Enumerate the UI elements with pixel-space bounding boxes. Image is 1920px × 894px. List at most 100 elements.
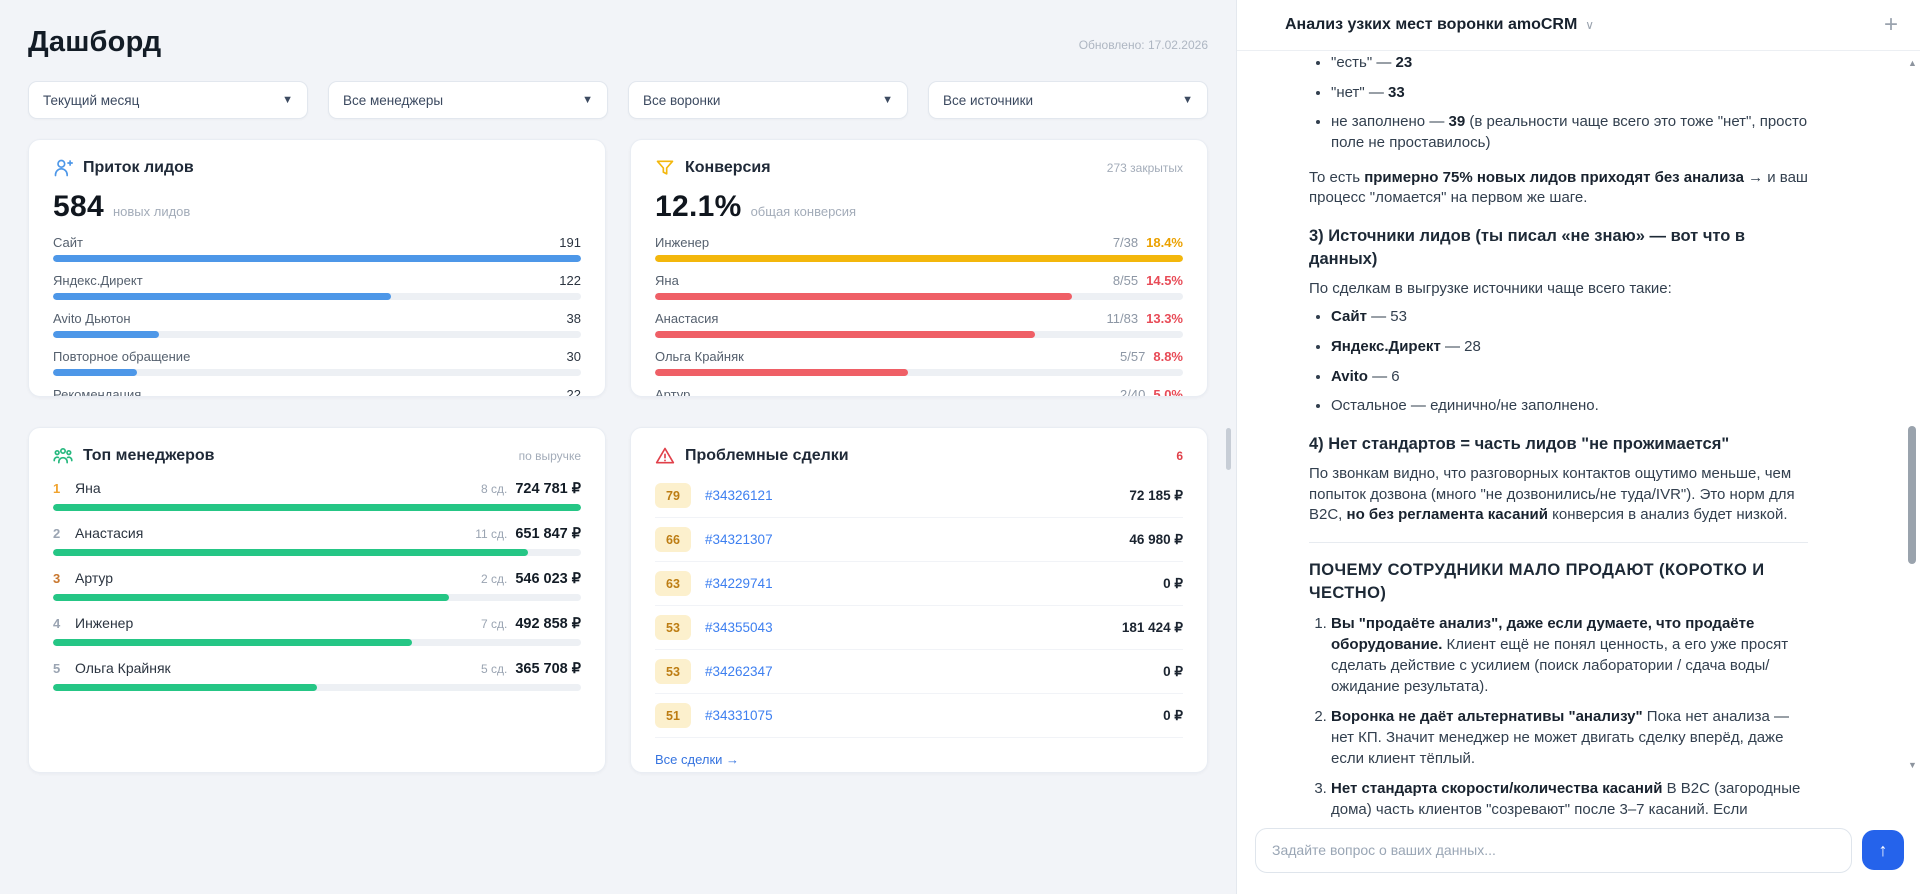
chat-title: Анализ узких мест воронки amoCRM bbox=[1285, 16, 1577, 34]
leads-card-title: Приток лидов bbox=[83, 159, 194, 177]
updated-label: Обновлено: 17.02.2026 bbox=[1079, 38, 1208, 52]
app-root: Дашборд Обновлено: 17.02.2026 Текущий ме… bbox=[0, 0, 1920, 894]
chevron-down-icon[interactable]: ∨ bbox=[1585, 18, 1594, 32]
deal-link[interactable]: #34229741 bbox=[705, 576, 773, 591]
pct-value: 8.8% bbox=[1153, 349, 1183, 364]
revenue-bar bbox=[53, 504, 581, 511]
source-value: 38 bbox=[567, 311, 581, 326]
revenue-amount: 651 847 ₽ bbox=[515, 526, 581, 542]
rank-number: 3 bbox=[53, 571, 75, 586]
pct-value: 13.3% bbox=[1146, 311, 1183, 326]
deal-row: 79 #34326121 72 185 ₽ bbox=[655, 474, 1183, 518]
deals-count: 5 сд. bbox=[481, 662, 507, 676]
ratio-value: 7/38 bbox=[1113, 235, 1138, 250]
list-item: Avito — 6 bbox=[1331, 367, 1808, 388]
conversion-closed-count: 273 закрытых bbox=[1107, 161, 1183, 175]
chat-scrollbar[interactable]: ▲ ▼ bbox=[1906, 58, 1919, 770]
top-managers-card: Топ менеджеров по выручке 1Яна8 сд.724 7… bbox=[28, 427, 606, 773]
chat-header: Анализ узких мест воронки amoCRM ∨ + bbox=[1237, 0, 1920, 51]
deal-row: 53 #34262347 0 ₽ bbox=[655, 650, 1183, 694]
numbered-list: Вы "продаёте анализ", даже если думаете,… bbox=[1309, 614, 1808, 818]
leads-card: Приток лидов 584 новых лидов Сайт191 Янд… bbox=[28, 139, 606, 397]
manager-name: Яна bbox=[75, 480, 101, 496]
section-heading-caps: ПОЧЕМУ СОТРУДНИКИ МАЛО ПРОДАЮТ (КОРОТКО … bbox=[1309, 559, 1808, 605]
page-title: Дашборд bbox=[28, 26, 161, 59]
paragraph: По звонкам видно, что разговорных контак… bbox=[1309, 464, 1808, 526]
team-icon bbox=[53, 446, 73, 466]
manager-name: Инженер bbox=[75, 615, 133, 631]
leads-total: 584 bbox=[53, 190, 104, 224]
scroll-down-arrow-icon[interactable]: ▼ bbox=[1906, 760, 1919, 770]
risk-score-badge: 66 bbox=[655, 527, 691, 552]
source-value: 22 bbox=[567, 387, 581, 397]
list-item: Вы "продаёте анализ", даже если думаете,… bbox=[1331, 614, 1808, 697]
deal-row: 66 #34321307 46 980 ₽ bbox=[655, 518, 1183, 562]
deal-row: 53 #34355043 181 424 ₽ bbox=[655, 606, 1183, 650]
period-select-value: Текущий месяц bbox=[43, 93, 139, 108]
source-label: Яндекс.Директ bbox=[53, 273, 143, 288]
pct-value: 5.0% bbox=[1153, 387, 1183, 397]
risk-score-badge: 53 bbox=[655, 659, 691, 684]
managers-select-value: Все менеджеры bbox=[343, 93, 443, 108]
rank-number: 2 bbox=[53, 526, 75, 541]
cards-grid: Приток лидов 584 новых лидов Сайт191 Янд… bbox=[28, 139, 1208, 773]
source-value: 191 bbox=[559, 235, 581, 250]
manager-row: 3Артур2 сд.546 023 ₽ bbox=[53, 570, 581, 601]
deal-link[interactable]: #34321307 bbox=[705, 532, 773, 547]
conversion-row: Анастасия 11/8313.3% bbox=[655, 311, 1183, 338]
conversion-row: Яна 8/5514.5% bbox=[655, 273, 1183, 300]
deal-link[interactable]: #34355043 bbox=[705, 620, 773, 635]
funnel-icon bbox=[655, 158, 675, 178]
period-select[interactable]: Текущий месяц ▼ bbox=[28, 81, 308, 119]
rank-number: 5 bbox=[53, 661, 75, 676]
new-chat-button[interactable]: + bbox=[1884, 13, 1898, 37]
deal-link[interactable]: #34262347 bbox=[705, 664, 773, 679]
sources-select[interactable]: Все источники ▼ bbox=[928, 81, 1208, 119]
revenue-bar bbox=[53, 594, 449, 601]
manager-label: Яна bbox=[655, 273, 679, 288]
source-value: 30 bbox=[567, 349, 581, 364]
problem-deals-count: 6 bbox=[1176, 449, 1183, 463]
conversion-row: Артур 2/405.0% bbox=[655, 387, 1183, 397]
dashboard-header: Дашборд Обновлено: 17.02.2026 bbox=[28, 26, 1208, 59]
problem-deals-title: Проблемные сделки bbox=[685, 447, 849, 465]
deal-link[interactable]: #34331075 bbox=[705, 708, 773, 723]
warning-triangle-icon bbox=[655, 446, 675, 466]
manager-label: Анастасия bbox=[655, 311, 718, 326]
pipelines-select[interactable]: Все воронки ▼ bbox=[628, 81, 908, 119]
pipelines-select-value: Все воронки bbox=[643, 93, 720, 108]
manager-name: Ольга Крайняк bbox=[75, 660, 171, 676]
conversion-card-title: Конверсия bbox=[685, 159, 771, 177]
paragraph: По сделкам в выгрузке источники чаще все… bbox=[1309, 279, 1808, 300]
conversion-card: Конверсия 273 закрытых 12.1% общая конве… bbox=[630, 139, 1208, 397]
conversion-row: Инженер 7/3818.4% bbox=[655, 235, 1183, 262]
chat-scrollbar-thumb[interactable] bbox=[1908, 426, 1916, 564]
conversion-bar bbox=[655, 255, 1183, 262]
send-button[interactable]: ↑ bbox=[1862, 830, 1904, 870]
top-managers-title: Топ менеджеров bbox=[83, 447, 215, 465]
risk-score-badge: 53 bbox=[655, 615, 691, 640]
source-label: Повторное обращение bbox=[53, 349, 190, 364]
bullet-list: "есть" — 23 "нет" — 33 не заполнено — 39… bbox=[1309, 53, 1808, 154]
managers-select[interactable]: Все менеджеры ▼ bbox=[328, 81, 608, 119]
arrow-up-icon: ↑ bbox=[1879, 840, 1888, 861]
list-item: Яндекс.Директ — 28 bbox=[1331, 337, 1808, 358]
list-item: Сайт — 53 bbox=[1331, 307, 1808, 328]
ratio-value: 5/57 bbox=[1120, 349, 1145, 364]
risk-score-badge: 51 bbox=[655, 703, 691, 728]
all-deals-link[interactable]: Все сделки → bbox=[655, 752, 739, 767]
paragraph: То есть примерно 75% новых лидов приходя… bbox=[1309, 168, 1808, 209]
bullet-list: Сайт — 53 Яндекс.Директ — 28 Avito — 6 О… bbox=[1309, 307, 1808, 417]
revenue-amount: 492 858 ₽ bbox=[515, 616, 581, 632]
leads-row: Повторное обращение 30 bbox=[53, 349, 581, 376]
scroll-up-arrow-icon[interactable]: ▲ bbox=[1906, 58, 1919, 68]
question-input[interactable] bbox=[1255, 828, 1852, 873]
deals-count: 2 сд. bbox=[481, 572, 507, 586]
dashboard-scrollbar-thumb[interactable] bbox=[1226, 428, 1231, 470]
chat-input-bar: ↑ bbox=[1237, 818, 1920, 894]
deal-link[interactable]: #34326121 bbox=[705, 488, 773, 503]
chat-panel: Анализ узких мест воронки amoCRM ∨ + "ес… bbox=[1236, 0, 1920, 894]
conversion-bar bbox=[655, 293, 1072, 300]
leads-total-label: новых лидов bbox=[113, 204, 190, 219]
leads-bar bbox=[53, 293, 391, 300]
